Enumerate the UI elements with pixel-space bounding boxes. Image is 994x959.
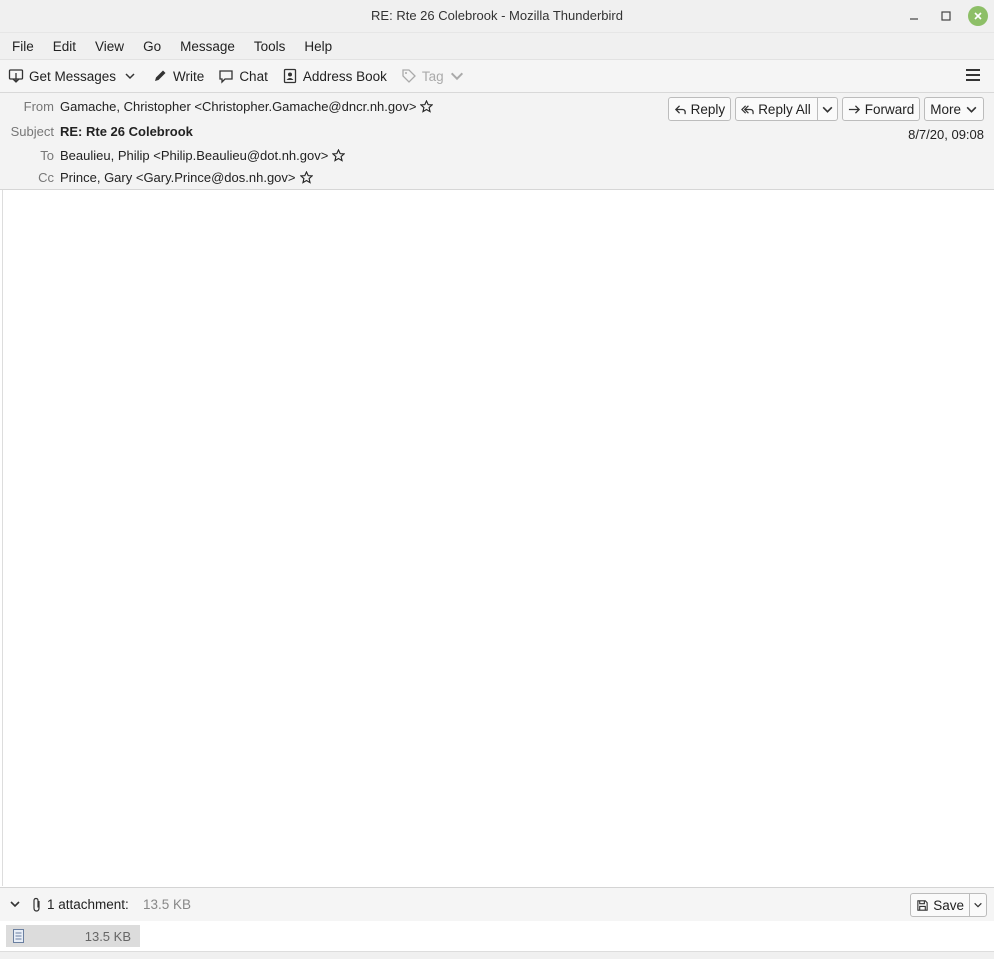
attachment-list: 13.5 KB <box>0 921 994 951</box>
chevron-down-icon <box>974 902 982 908</box>
star-icon[interactable] <box>332 149 346 162</box>
save-attachments-button[interactable]: Save <box>910 893 987 917</box>
forward-button[interactable]: Forward <box>841 97 921 121</box>
chevron-down-icon[interactable] <box>9 898 21 910</box>
paperclip-icon <box>33 897 40 912</box>
star-icon[interactable] <box>299 171 313 184</box>
close-button[interactable] <box>968 6 988 26</box>
more-label: More <box>930 101 961 117</box>
chevron-down-icon <box>966 106 977 113</box>
message-header: From Gamache, Christopher <Christopher.G… <box>0 93 994 190</box>
attachment-size: 13.5 KB <box>84 929 131 944</box>
tag-icon <box>402 69 416 83</box>
star-icon[interactable] <box>420 100 434 113</box>
minimize-button[interactable] <box>904 6 924 26</box>
menu-help[interactable]: Help <box>298 39 338 54</box>
menu-bar: File Edit View Go Message Tools Help <box>0 33 994 60</box>
title-bar: RE: Rte 26 Colebrook - Mozilla Thunderbi… <box>0 0 994 33</box>
close-icon <box>974 12 982 20</box>
reply-button[interactable]: Reply <box>667 97 732 121</box>
save-dropdown[interactable] <box>970 900 986 910</box>
menu-message[interactable]: Message <box>174 39 241 54</box>
write-label: Write <box>173 68 205 84</box>
window-title: RE: Rte 26 Colebrook - Mozilla Thunderbi… <box>371 8 623 23</box>
cc-value[interactable]: Prince, Gary <Gary.Prince@dos.nh.gov> <box>60 170 296 185</box>
reply-icon <box>674 104 686 114</box>
menu-file[interactable]: File <box>6 39 40 54</box>
attachment-bar: 1 attachment: 13.5 KB Save <box>0 887 994 922</box>
attachment-item[interactable]: 13.5 KB <box>6 925 140 947</box>
reply-all-label: Reply All <box>758 101 811 117</box>
chevron-down-icon <box>822 106 833 113</box>
from-row: From Gamache, Christopher <Christopher.G… <box>0 99 434 114</box>
header-actions: Reply Reply All Forward More <box>667 97 984 121</box>
chat-label: Chat <box>239 68 268 84</box>
app-menu-button[interactable] <box>966 69 980 84</box>
thunderbird-window: RE: Rte 26 Colebrook - Mozilla Thunderbi… <box>0 0 994 959</box>
download-icon <box>8 69 24 83</box>
get-messages-button[interactable]: Get Messages <box>8 68 116 84</box>
subject-value: RE: Rte 26 Colebrook <box>60 124 193 139</box>
save-icon <box>917 899 928 911</box>
chevron-down-icon <box>125 73 135 80</box>
reply-label: Reply <box>690 101 726 117</box>
main-toolbar: Get Messages Write Chat Address Book Tag <box>0 60 994 93</box>
to-value[interactable]: Beaulieu, Philip <Philip.Beaulieu@dot.nh… <box>60 148 328 163</box>
get-messages-label: Get Messages <box>29 68 117 84</box>
pencil-icon <box>155 70 166 81</box>
subject-label: Subject <box>10 124 54 139</box>
cc-row: Cc Prince, Gary <Gary.Prince@dos.nh.gov> <box>0 170 313 185</box>
from-value[interactable]: Gamache, Christopher <Christopher.Gamach… <box>60 99 416 114</box>
chevron-down-icon <box>450 72 463 81</box>
attachment-count[interactable]: 1 attachment: <box>47 897 129 912</box>
message-date: 8/7/20, 09:08 <box>908 127 984 142</box>
save-button[interactable]: Save <box>911 894 970 916</box>
forward-label: Forward <box>864 101 915 117</box>
forward-arrow-icon <box>848 104 860 114</box>
write-button[interactable]: Write <box>152 68 204 84</box>
more-button[interactable]: More <box>924 97 984 121</box>
save-label: Save <box>933 897 964 913</box>
address-book-icon <box>283 68 296 84</box>
address-book-label: Address Book <box>302 68 387 84</box>
to-label: To <box>40 148 54 163</box>
menu-tools[interactable]: Tools <box>248 39 292 54</box>
maximize-button[interactable] <box>936 6 956 26</box>
message-body[interactable] <box>2 190 994 886</box>
tag-label: Tag <box>421 68 444 84</box>
tag-button[interactable]: Tag <box>401 68 465 84</box>
reply-all-button[interactable]: Reply All <box>735 97 838 121</box>
chat-bubble-icon <box>219 70 233 84</box>
chat-button[interactable]: Chat <box>218 68 268 84</box>
reply-all-icon <box>741 104 754 114</box>
from-label: From <box>23 99 54 114</box>
get-messages-dropdown[interactable] <box>124 70 136 82</box>
address-book-button[interactable]: Address Book <box>282 68 387 84</box>
menu-go[interactable]: Go <box>137 39 167 54</box>
reply-all-dropdown[interactable] <box>816 98 837 120</box>
subject-row: Subject RE: Rte 26 Colebrook <box>0 124 193 139</box>
to-row: To Beaulieu, Philip <Philip.Beaulieu@dot… <box>0 148 346 163</box>
menu-view[interactable]: View <box>89 39 130 54</box>
file-icon <box>13 929 24 943</box>
attachment-total-size: 13.5 KB <box>143 897 192 912</box>
menu-edit[interactable]: Edit <box>47 39 82 54</box>
cc-label: Cc <box>38 170 54 185</box>
